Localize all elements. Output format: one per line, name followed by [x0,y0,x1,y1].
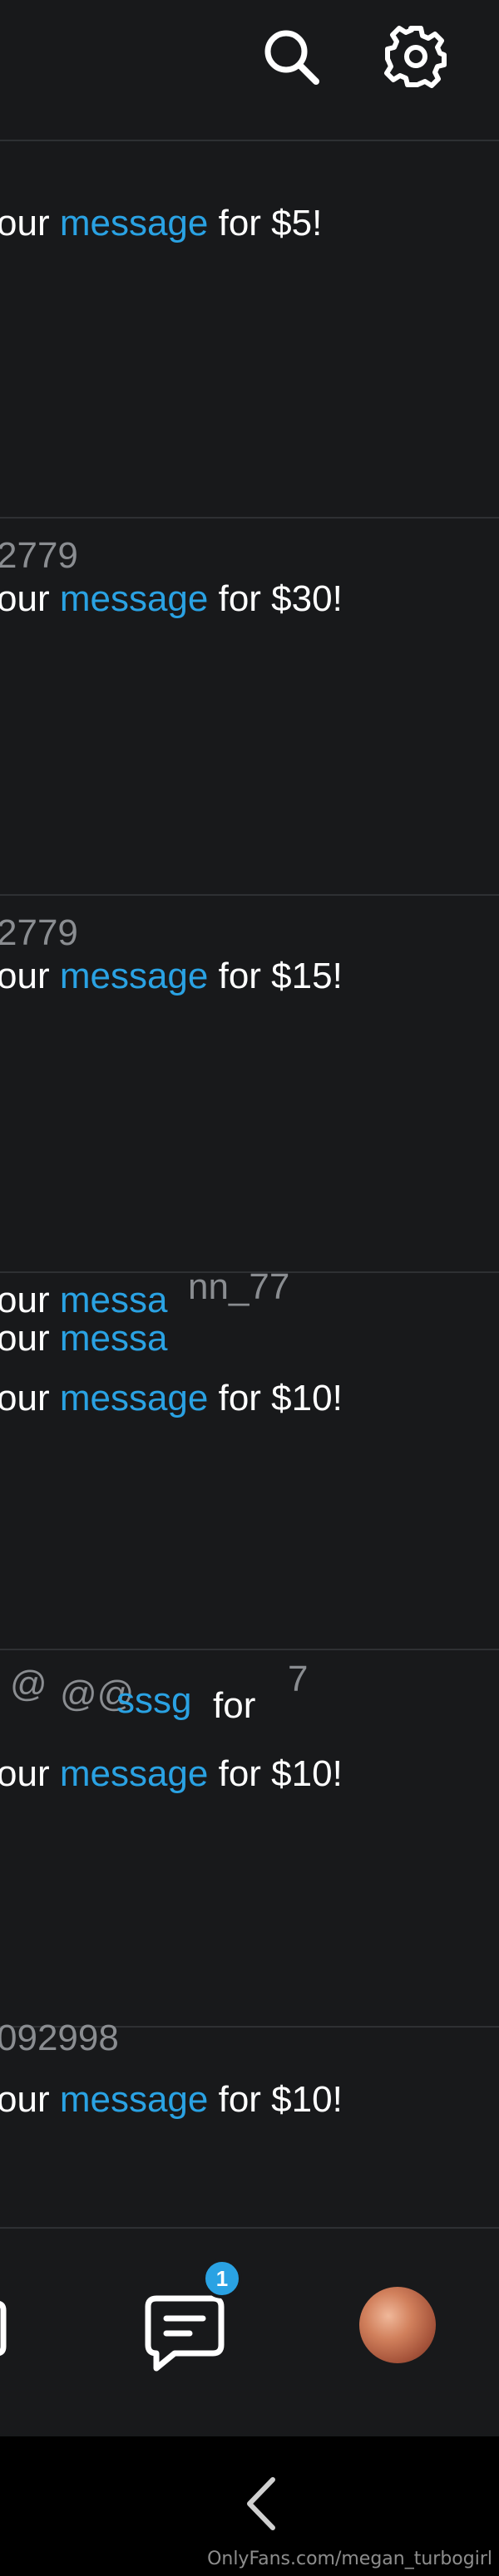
ghost-text: 7 [288,1659,309,1699]
notification-item[interactable]: @ @@ sssg for 7 our message for $10! [0,1652,499,2028]
bell-icon [0,2301,7,2356]
nav-item-notifications[interactable] [0,2279,8,2378]
ghost-text: our messa [0,1280,168,1320]
notification-item[interactable]: our messa nn_77 our messa our message fo… [0,1266,499,1650]
message-link[interactable]: message [60,578,209,619]
notification-item[interactable]: our message for $5! [0,143,499,519]
message-link[interactable]: message [60,2079,209,2120]
notification-text: our message for $10! [0,1378,343,1418]
message-link[interactable]: message [60,1378,209,1418]
page-title: s [0,17,2,70]
notification-username[interactable]: 2779 [0,912,78,954]
unread-badge: 1 [202,2259,242,2298]
notification-text: our message for $30! [0,578,343,619]
notification-item[interactable]: 2779 our message for $15! [0,897,499,1273]
settings-button[interactable] [383,23,449,90]
ghost-text: @ [10,1664,47,1704]
notification-item[interactable]: 092998 our message for $10! [0,2018,499,2227]
watermark-text: OnlyFans.com/megan_turbogirl [207,2549,492,2569]
search-icon [264,30,319,85]
notification-username[interactable]: 092998 [0,2018,119,2059]
system-navigation-bar: OnlyFans.com/megan_turbogirl [0,2436,499,2576]
notification-text: our message for $10! [0,1753,343,1794]
avatar[interactable] [359,2287,436,2363]
message-link[interactable]: message [60,956,209,996]
message-link[interactable]: message [60,1753,209,1794]
notification-text: our message for $10! [0,2079,343,2120]
gear-icon [384,26,447,88]
ghost-text: our messa [0,1318,168,1359]
top-header: s [0,0,499,141]
search-button[interactable] [258,23,324,90]
back-chevron-icon [247,2477,275,2530]
notification-item[interactable]: 2779 our message for $30! [0,520,499,896]
ghost-text: for [213,1685,256,1726]
notification-text: our message for $15! [0,956,343,996]
back-button[interactable] [241,2475,283,2533]
notification-username[interactable]: 2779 [0,535,78,577]
notification-text: our message for $5! [0,203,323,243]
notifications-screen: s our message for $5! 2779 our message f… [0,0,499,2576]
ghost-text: nn_77 [188,1266,290,1307]
nav-item-messages[interactable]: 1 [141,2259,242,2378]
bottom-navigation: 1 [0,2227,499,2435]
ghost-text: sssg [116,1680,192,1721]
message-link[interactable]: message [60,203,209,243]
